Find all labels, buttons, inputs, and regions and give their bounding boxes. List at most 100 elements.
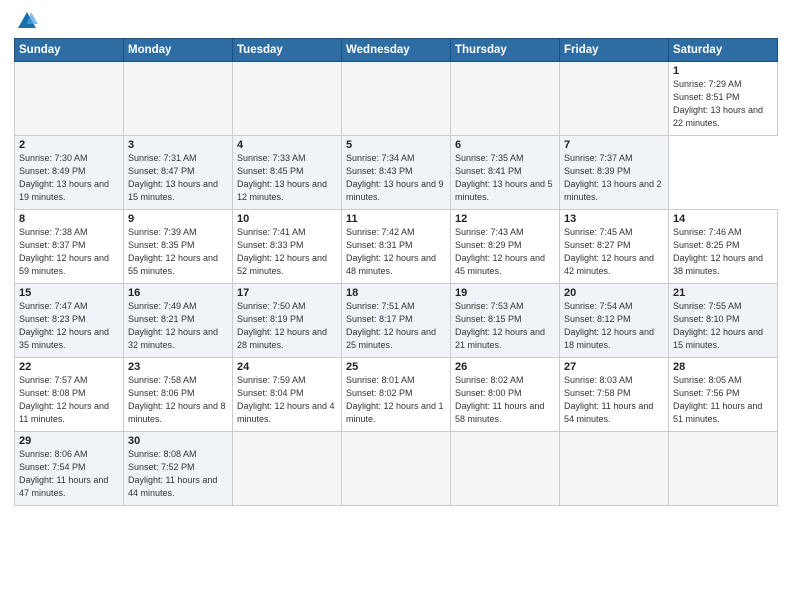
logo (14, 10, 38, 32)
day-detail: Sunrise: 8:06 AMSunset: 7:54 PMDaylight:… (19, 448, 119, 500)
day-number: 21 (673, 287, 773, 299)
calendar-cell (560, 432, 669, 506)
day-number: 30 (128, 435, 228, 447)
calendar-cell: 13Sunrise: 7:45 AMSunset: 8:27 PMDayligh… (560, 210, 669, 284)
day-number: 25 (346, 361, 446, 373)
day-detail: Sunrise: 7:51 AMSunset: 8:17 PMDaylight:… (346, 300, 446, 352)
calendar-week-row: 8Sunrise: 7:38 AMSunset: 8:37 PMDaylight… (15, 210, 778, 284)
day-detail: Sunrise: 7:46 AMSunset: 8:25 PMDaylight:… (673, 226, 773, 278)
day-number: 27 (564, 361, 664, 373)
weekday-header-tuesday: Tuesday (233, 39, 342, 62)
calendar-cell (451, 432, 560, 506)
calendar-cell: 27Sunrise: 8:03 AMSunset: 7:58 PMDayligh… (560, 358, 669, 432)
calendar-cell: 22Sunrise: 7:57 AMSunset: 8:08 PMDayligh… (15, 358, 124, 432)
calendar-cell: 25Sunrise: 8:01 AMSunset: 8:02 PMDayligh… (342, 358, 451, 432)
day-number: 29 (19, 435, 119, 447)
day-detail: Sunrise: 7:57 AMSunset: 8:08 PMDaylight:… (19, 374, 119, 426)
calendar-week-row: 15Sunrise: 7:47 AMSunset: 8:23 PMDayligh… (15, 284, 778, 358)
day-number: 9 (128, 213, 228, 225)
calendar-cell: 23Sunrise: 7:58 AMSunset: 8:06 PMDayligh… (124, 358, 233, 432)
calendar-cell: 2Sunrise: 7:30 AMSunset: 8:49 PMDaylight… (15, 136, 124, 210)
weekday-header-row: SundayMondayTuesdayWednesdayThursdayFrid… (15, 39, 778, 62)
calendar-cell (124, 62, 233, 136)
calendar-cell: 7Sunrise: 7:37 AMSunset: 8:39 PMDaylight… (560, 136, 669, 210)
day-number: 20 (564, 287, 664, 299)
calendar-cell (15, 62, 124, 136)
day-detail: Sunrise: 8:05 AMSunset: 7:56 PMDaylight:… (673, 374, 773, 426)
calendar-cell: 3Sunrise: 7:31 AMSunset: 8:47 PMDaylight… (124, 136, 233, 210)
day-number: 11 (346, 213, 446, 225)
calendar-cell (342, 62, 451, 136)
day-detail: Sunrise: 7:55 AMSunset: 8:10 PMDaylight:… (673, 300, 773, 352)
day-detail: Sunrise: 7:38 AMSunset: 8:37 PMDaylight:… (19, 226, 119, 278)
calendar-cell: 5Sunrise: 7:34 AMSunset: 8:43 PMDaylight… (342, 136, 451, 210)
weekday-header-friday: Friday (560, 39, 669, 62)
day-detail: Sunrise: 7:54 AMSunset: 8:12 PMDaylight:… (564, 300, 664, 352)
day-number: 19 (455, 287, 555, 299)
calendar-cell: 4Sunrise: 7:33 AMSunset: 8:45 PMDaylight… (233, 136, 342, 210)
day-detail: Sunrise: 7:42 AMSunset: 8:31 PMDaylight:… (346, 226, 446, 278)
calendar-cell: 16Sunrise: 7:49 AMSunset: 8:21 PMDayligh… (124, 284, 233, 358)
calendar-cell: 18Sunrise: 7:51 AMSunset: 8:17 PMDayligh… (342, 284, 451, 358)
day-number: 24 (237, 361, 337, 373)
weekday-header-wednesday: Wednesday (342, 39, 451, 62)
calendar-cell: 9Sunrise: 7:39 AMSunset: 8:35 PMDaylight… (124, 210, 233, 284)
calendar-cell: 12Sunrise: 7:43 AMSunset: 8:29 PMDayligh… (451, 210, 560, 284)
page: SundayMondayTuesdayWednesdayThursdayFrid… (0, 0, 792, 612)
calendar-week-row: 29Sunrise: 8:06 AMSunset: 7:54 PMDayligh… (15, 432, 778, 506)
day-number: 10 (237, 213, 337, 225)
day-number: 1 (673, 65, 773, 77)
day-detail: Sunrise: 7:50 AMSunset: 8:19 PMDaylight:… (237, 300, 337, 352)
day-number: 3 (128, 139, 228, 151)
calendar-cell: 26Sunrise: 8:02 AMSunset: 8:00 PMDayligh… (451, 358, 560, 432)
calendar-cell: 20Sunrise: 7:54 AMSunset: 8:12 PMDayligh… (560, 284, 669, 358)
weekday-header-monday: Monday (124, 39, 233, 62)
calendar-cell: 21Sunrise: 7:55 AMSunset: 8:10 PMDayligh… (669, 284, 778, 358)
calendar-week-row: 2Sunrise: 7:30 AMSunset: 8:49 PMDaylight… (15, 136, 778, 210)
calendar-cell: 30Sunrise: 8:08 AMSunset: 7:52 PMDayligh… (124, 432, 233, 506)
calendar-cell: 19Sunrise: 7:53 AMSunset: 8:15 PMDayligh… (451, 284, 560, 358)
day-detail: Sunrise: 7:47 AMSunset: 8:23 PMDaylight:… (19, 300, 119, 352)
day-number: 12 (455, 213, 555, 225)
calendar-cell (233, 432, 342, 506)
calendar-cell: 8Sunrise: 7:38 AMSunset: 8:37 PMDaylight… (15, 210, 124, 284)
day-number: 14 (673, 213, 773, 225)
logo-area (14, 10, 38, 32)
calendar-cell: 29Sunrise: 8:06 AMSunset: 7:54 PMDayligh… (15, 432, 124, 506)
day-detail: Sunrise: 7:29 AMSunset: 8:51 PMDaylight:… (673, 78, 773, 130)
day-number: 13 (564, 213, 664, 225)
calendar-week-row: 22Sunrise: 7:57 AMSunset: 8:08 PMDayligh… (15, 358, 778, 432)
calendar-cell: 6Sunrise: 7:35 AMSunset: 8:41 PMDaylight… (451, 136, 560, 210)
calendar-cell (233, 62, 342, 136)
day-detail: Sunrise: 7:33 AMSunset: 8:45 PMDaylight:… (237, 152, 337, 204)
day-number: 15 (19, 287, 119, 299)
day-number: 2 (19, 139, 119, 151)
day-detail: Sunrise: 7:37 AMSunset: 8:39 PMDaylight:… (564, 152, 664, 204)
header (14, 10, 778, 32)
day-detail: Sunrise: 7:53 AMSunset: 8:15 PMDaylight:… (455, 300, 555, 352)
calendar-cell (669, 432, 778, 506)
logo-icon (16, 10, 38, 32)
day-number: 4 (237, 139, 337, 151)
day-detail: Sunrise: 8:03 AMSunset: 7:58 PMDaylight:… (564, 374, 664, 426)
day-detail: Sunrise: 7:31 AMSunset: 8:47 PMDaylight:… (128, 152, 228, 204)
day-detail: Sunrise: 7:34 AMSunset: 8:43 PMDaylight:… (346, 152, 446, 204)
day-number: 22 (19, 361, 119, 373)
day-detail: Sunrise: 8:01 AMSunset: 8:02 PMDaylight:… (346, 374, 446, 426)
day-number: 26 (455, 361, 555, 373)
calendar-cell: 14Sunrise: 7:46 AMSunset: 8:25 PMDayligh… (669, 210, 778, 284)
calendar-cell (451, 62, 560, 136)
day-number: 23 (128, 361, 228, 373)
weekday-header-sunday: Sunday (15, 39, 124, 62)
day-number: 18 (346, 287, 446, 299)
day-number: 5 (346, 139, 446, 151)
day-detail: Sunrise: 8:08 AMSunset: 7:52 PMDaylight:… (128, 448, 228, 500)
day-number: 17 (237, 287, 337, 299)
day-number: 28 (673, 361, 773, 373)
day-number: 8 (19, 213, 119, 225)
day-number: 7 (564, 139, 664, 151)
calendar-table: SundayMondayTuesdayWednesdayThursdayFrid… (14, 38, 778, 506)
day-detail: Sunrise: 7:30 AMSunset: 8:49 PMDaylight:… (19, 152, 119, 204)
day-number: 16 (128, 287, 228, 299)
calendar-cell: 1Sunrise: 7:29 AMSunset: 8:51 PMDaylight… (669, 62, 778, 136)
